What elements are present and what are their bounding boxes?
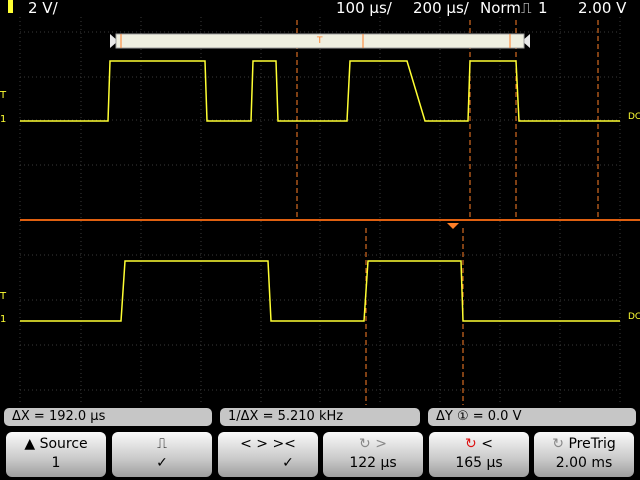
status-bar: 2 V/ 100 µs/ 200 µs/ Norm ⎍ 1 2.00 V	[0, 0, 640, 17]
x2-value: 165 µs	[455, 455, 503, 471]
source-softkey[interactable]: ▲ Source 1	[6, 432, 106, 477]
x2-cursor-softkey[interactable]: ↻ < 165 µs	[429, 432, 529, 477]
delta-y-readout: ΔY ① = 0.0 V	[428, 408, 636, 426]
ch1-ground-marker-lower[interactable]: 1	[0, 313, 8, 326]
ch1-ground-marker-upper[interactable]: 1	[0, 113, 8, 126]
source-value: 1	[51, 455, 61, 471]
source-label: Source	[39, 436, 88, 452]
mode-softkey[interactable]: ⎍ ✓	[112, 432, 212, 477]
channel-scale[interactable]: 2 V/	[28, 0, 58, 17]
zoom-trigger-label: T	[317, 36, 323, 46]
mode-check-icon: ✓	[156, 455, 168, 471]
overview-cursor-lines[interactable]	[296, 20, 599, 218]
softkey-bar: ▲ Source 1 ⎍ ✓ < > >< ✓ ↻ > 122 µs ↻ < 1…	[0, 430, 640, 480]
pretrig-value: 2.00 ms	[555, 455, 613, 471]
trigger-level[interactable]: 2.00 V	[578, 0, 626, 17]
up-arrow-icon: ▲	[24, 436, 36, 452]
x1-value: 122 µs	[349, 455, 397, 471]
cursor-mode-icons: < > ><	[240, 436, 296, 452]
trigger-mode[interactable]: Norm	[480, 0, 521, 17]
rotate-knob-icon: ↻	[552, 436, 564, 452]
delay-value[interactable]: 200 µs/	[413, 0, 469, 17]
trigger-source: 1	[538, 0, 548, 17]
x1-label: >	[375, 436, 387, 452]
trigger-level-marker-upper[interactable]: T	[0, 89, 8, 102]
zoom-trigger-marker	[447, 223, 459, 229]
x1-cursor-softkey[interactable]: ↻ > 122 µs	[323, 432, 423, 477]
delta-x-readout: ΔX = 192.0 µs	[4, 408, 212, 426]
inverse-delta-x-readout: 1/ΔX = 5.210 kHz	[220, 408, 420, 426]
dc-marker-lower: DC	[628, 312, 640, 322]
pretrig-softkey[interactable]: ↻ PreTrig 2.00 ms	[534, 432, 634, 477]
pretrig-label: PreTrig	[568, 436, 616, 452]
cursor-mode-softkey[interactable]: < > >< ✓	[218, 432, 318, 477]
trigger-level-marker-lower[interactable]: T	[0, 290, 8, 303]
rotate-knob-icon: ↻	[359, 436, 371, 452]
measurement-row: ΔX = 192.0 µs 1/ΔX = 5.210 kHz ΔY ① = 0.…	[0, 406, 640, 428]
trigger-edge-icon: ⎍	[521, 0, 532, 17]
time-scale[interactable]: 100 µs/	[336, 0, 392, 17]
x2-label: <	[481, 436, 493, 452]
cursor-check-icon: ✓	[282, 455, 294, 471]
pulse-icon: ⎍	[157, 436, 167, 452]
channel-num	[8, 0, 13, 13]
dc-marker-upper: DC	[628, 112, 640, 122]
rotate-knob-active-icon: ↻	[465, 436, 477, 452]
